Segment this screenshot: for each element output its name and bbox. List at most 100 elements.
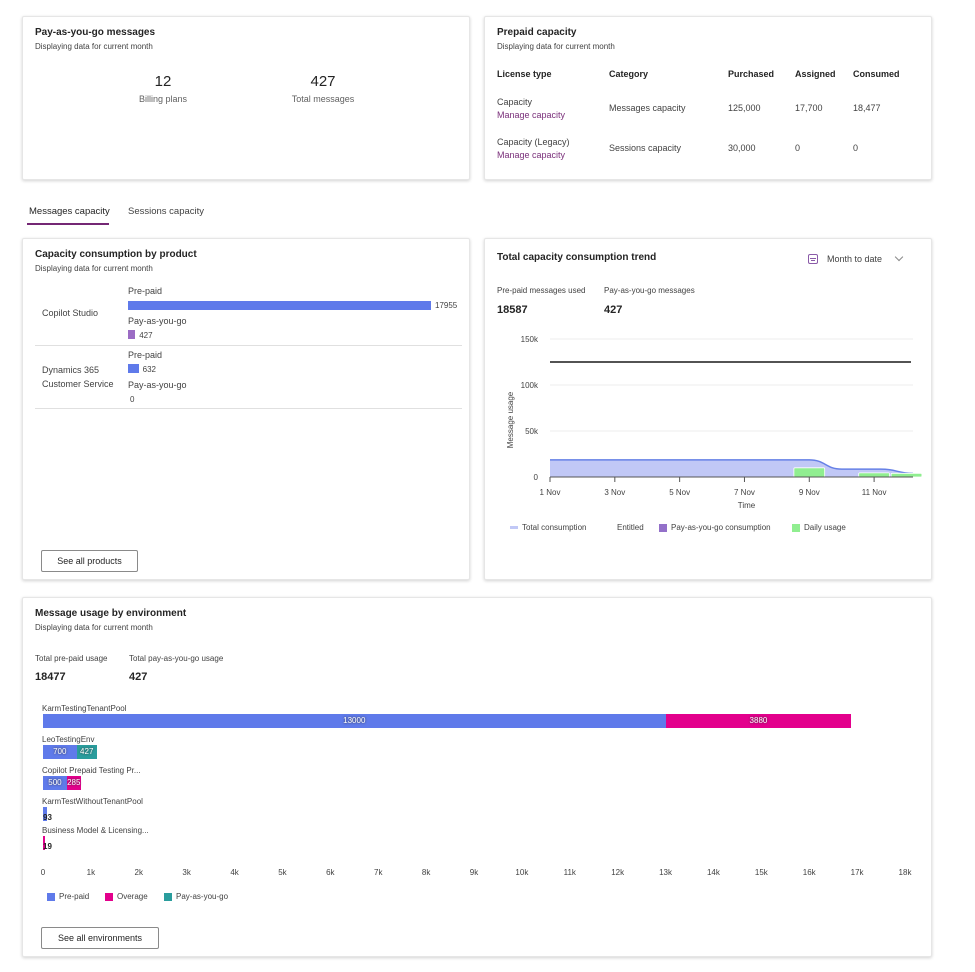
y-tick-label: 100k	[521, 381, 539, 390]
payg-value: 0	[130, 395, 135, 404]
payg-label: Pay-as-you-go	[128, 380, 187, 390]
row-divider	[35, 408, 462, 409]
legend-swatch	[510, 526, 518, 529]
license-type: Capacity	[497, 97, 533, 107]
legend-label: Overage	[117, 892, 148, 901]
kpi-label: Total pay-as-you-go usage	[129, 654, 224, 663]
daily-usage-bar	[793, 467, 826, 478]
assigned: 17,700	[795, 103, 823, 113]
x-tick-label: 14k	[706, 868, 720, 877]
column-header-assigned: Assigned	[795, 69, 836, 79]
card-title: Total capacity consumption trend	[497, 252, 657, 263]
license-type: Capacity (Legacy)	[497, 137, 570, 147]
x-tick-label: 17k	[850, 868, 864, 877]
date-filter-value: Month to date	[827, 254, 883, 264]
x-tick-label: 1 Nov	[540, 488, 561, 497]
column-header-purchased: Purchased	[728, 69, 775, 79]
billing-plans-stat: 12 Billing plans	[103, 73, 223, 104]
manage-capacity-link[interactable]: Manage capacity	[497, 150, 565, 160]
y-tick-label: 0	[534, 473, 539, 482]
x-tick-label: 4k	[230, 868, 239, 877]
bar-pay-as-you-go[interactable]: 427	[76, 745, 97, 759]
stat-label: Billing plans	[138, 94, 188, 104]
environment-name: KarmTestWithoutTenantPool	[42, 797, 143, 806]
consumed: 18,477	[853, 103, 881, 113]
environment-name: Business Model & Licensing...	[42, 826, 149, 835]
card-title: Message usage by environment	[35, 608, 187, 619]
prepaid-label: Pre-paid	[128, 350, 163, 360]
x-tick-label: 11 Nov	[862, 488, 887, 497]
total-messages-stat: 427 Total messages	[263, 73, 383, 104]
purchased: 125,000	[728, 103, 761, 113]
environment-name: KarmTestingTenantPool	[42, 704, 127, 713]
y-tick-label: 50k	[525, 427, 539, 436]
chevron-down-icon	[894, 252, 904, 262]
see-all-environments-button[interactable]: See all environments	[41, 927, 159, 949]
stat-value: 427	[310, 73, 336, 90]
legend-label: Total consumption	[522, 523, 587, 532]
x-tick-label: 5k	[278, 868, 287, 877]
bar-value: 19	[43, 842, 52, 851]
product-name: Copilot Studio	[42, 308, 99, 318]
bar-pre-paid[interactable]: 13000	[43, 714, 666, 728]
legend-swatch	[659, 523, 667, 532]
x-tick-label: 3 Nov	[604, 488, 625, 497]
environment-name: Copilot Prepaid Testing Pr...	[42, 766, 141, 775]
x-tick-label: 13k	[659, 868, 672, 877]
bar-pre-paid[interactable]: 700	[43, 745, 77, 759]
purchased: 30,000	[728, 143, 756, 153]
x-tick-label: 9 Nov	[799, 488, 820, 497]
active-tab-indicator	[27, 223, 109, 225]
bar-pre-paid[interactable]: 500	[43, 776, 67, 790]
environment-name: LeoTestingEnv	[42, 735, 95, 744]
x-tick-label: 12k	[611, 868, 625, 877]
stat-value: 12	[154, 73, 172, 90]
manage-capacity-link[interactable]: Manage capacity	[497, 110, 565, 120]
payg-label: Pay-as-you-go	[128, 316, 187, 326]
legend-label: Pay-as-you-go consumption	[671, 523, 771, 532]
stat-label: Total messages	[291, 94, 355, 104]
card-subtitle: Displaying data for current month	[35, 42, 153, 51]
x-tick-label: 10k	[515, 868, 529, 877]
legend-label: Daily usage	[804, 523, 846, 532]
usage-by-environment-card: Message usage by environment Displaying …	[22, 597, 932, 957]
kpi-value: 18587	[497, 304, 528, 316]
bar-overage[interactable]: 285	[66, 776, 81, 790]
product-name: Dynamics 365 Customer Service	[42, 363, 114, 391]
x-tick-label: 9k	[469, 868, 479, 877]
y-axis-title: Message usage	[506, 391, 515, 448]
tab-sessions-capacity[interactable]: Sessions capacity	[128, 206, 204, 217]
x-tick-label: 0	[40, 868, 46, 877]
bar-overage[interactable]: 3880	[665, 714, 852, 728]
prepaid-bar	[128, 364, 139, 373]
x-tick-label: 7 Nov	[734, 488, 755, 497]
date-filter-dropdown[interactable]: Month to date	[808, 252, 904, 264]
capacity-by-product-card: Capacity consumption by product Displayi…	[22, 238, 470, 580]
legend-prepaid: Pre-paid	[47, 892, 89, 901]
legend-label: Pay-as-you-go	[176, 892, 229, 901]
kpi-value: 18477	[35, 671, 66, 683]
legend-label: Entitled	[617, 523, 644, 532]
bar-overage[interactable]: 19	[43, 836, 52, 851]
kpi-label: Pay-as-you-go messages	[604, 286, 695, 295]
card-subtitle: Displaying data for current month	[497, 42, 615, 51]
x-tick-label: 5 Nov	[669, 488, 690, 497]
prepaid-value: 17955	[435, 301, 458, 310]
card-title: Pay-as-you-go messages	[35, 27, 156, 38]
x-axis-title: Time	[738, 501, 756, 510]
category: Messages capacity	[609, 103, 686, 113]
legend-total-consumption: Total consumption	[510, 523, 586, 532]
prepaid-label: Pre-paid	[128, 286, 163, 296]
see-all-products-button[interactable]: See all products	[41, 550, 138, 572]
kpi-value: 427	[604, 304, 623, 316]
daily-usage-bar	[858, 472, 890, 478]
y-tick-label: 150k	[521, 335, 539, 344]
payg-messages-card: Pay-as-you-go messages Displaying data f…	[22, 16, 470, 180]
legend-label: Pre-paid	[59, 892, 90, 901]
x-tick-label: 11k	[563, 868, 576, 877]
product-name-line: Customer Service	[42, 379, 114, 389]
tab-messages-capacity[interactable]: Messages capacity	[29, 206, 110, 217]
trend-chart: 0 50k 100k 150k 1 Nov 3 Nov 5 Nov 7 Nov 9 Nov 11 …	[506, 335, 923, 510]
bar-pre-paid[interactable]: 93	[43, 807, 52, 822]
legend-swatch	[792, 523, 800, 532]
